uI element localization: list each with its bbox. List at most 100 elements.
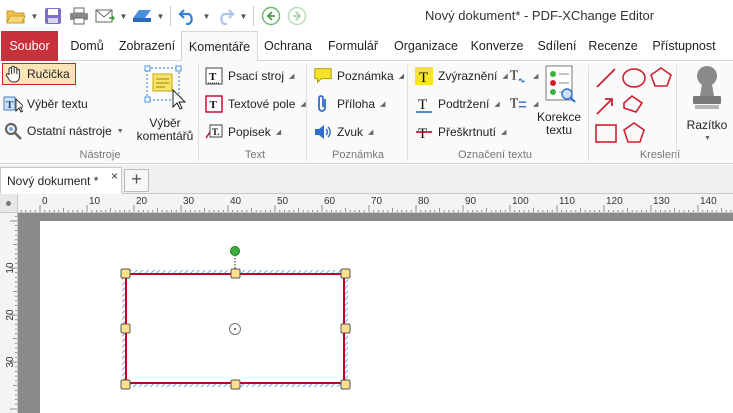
arrow-icon[interactable] <box>596 98 613 115</box>
select-comments-button[interactable]: Výběr komentářů <box>134 64 196 143</box>
group-separator <box>306 65 307 161</box>
select-comments-label-2: komentářů <box>136 129 194 143</box>
resize-handle-br[interactable] <box>340 379 351 390</box>
resize-handle-t[interactable] <box>230 268 241 279</box>
other-tools-button[interactable]: Ostatní nástroje ▼ <box>3 120 124 142</box>
save-icon[interactable] <box>41 4 65 28</box>
resize-handle-b[interactable] <box>230 379 241 390</box>
ruler-label: 20 <box>136 196 148 207</box>
stamp-button[interactable]: Razítko ▼ <box>682 64 732 145</box>
undo-icon[interactable] <box>176 4 200 28</box>
scan-icon[interactable] <box>130 4 154 28</box>
ellipse-icon[interactable] <box>622 68 646 88</box>
resize-handle-l[interactable] <box>120 323 131 334</box>
attachment-label: Příloha <box>337 97 376 111</box>
underline-button[interactable]: T Podtržení ◢ <box>414 93 500 115</box>
hand-tool-button[interactable]: Ručička <box>2 63 76 85</box>
email-icon[interactable] <box>93 4 117 28</box>
group-label-note: Poznámka <box>332 149 384 161</box>
chevron-down-icon: ◢ <box>289 73 295 80</box>
sticky-note-icon <box>313 66 333 86</box>
callout-icon: T. <box>204 122 224 142</box>
callout-button[interactable]: T. Popisek ◢ <box>204 121 281 143</box>
horizontal-ruler[interactable]: 0 10 20 30 40 50 60 70 80 90 100 110 120 130 140 <box>18 194 733 213</box>
new-tab-button[interactable]: + <box>124 169 149 192</box>
highlight-label: Zvýraznění <box>438 69 498 83</box>
callout-label: Popisek <box>228 125 271 139</box>
highlight-button[interactable]: T Zvýraznění ◢ <box>414 65 508 87</box>
tab-review[interactable]: Recenze <box>587 31 639 61</box>
strikeout-button[interactable]: T Přeškrtnutí ◢ <box>414 121 506 143</box>
tab-organize[interactable]: Organizace <box>390 31 462 61</box>
resize-handle-tl[interactable] <box>120 268 131 279</box>
svg-text:T: T <box>210 99 218 111</box>
typewriter-label: Psací stroj <box>228 69 285 83</box>
ruler-label: 60 <box>324 196 336 207</box>
ruler-corner[interactable] <box>0 194 18 213</box>
group-separator <box>198 65 199 161</box>
rotate-handle[interactable] <box>230 246 240 256</box>
tab-accessibility[interactable]: Přístupnost <box>645 31 723 61</box>
close-icon[interactable]: × <box>111 169 118 183</box>
chevron-down-icon: ◢ <box>300 101 306 108</box>
select-text-button[interactable]: T Výběr textu <box>3 93 88 115</box>
stamp-label: Razítko <box>686 118 728 132</box>
chevron-down-icon[interactable]: ▼ <box>239 12 248 21</box>
squiggly-text-icon: T <box>508 66 528 86</box>
tools-icon <box>3 121 23 141</box>
vertical-ruler[interactable]: 10 20 30 <box>0 213 18 413</box>
select-text-icon: T <box>3 94 23 114</box>
chevron-down-icon: ◢ <box>502 73 508 80</box>
resize-handle-bl[interactable] <box>120 379 131 390</box>
chevron-down-icon[interactable]: ▼ <box>156 12 165 21</box>
resize-handle-tr[interactable] <box>340 268 351 279</box>
text-box-button[interactable]: T Textové pole ◢ <box>204 93 306 115</box>
chevron-down-icon: ◢ <box>398 73 405 80</box>
typewriter-button[interactable]: T Psací stroj ◢ <box>204 65 294 87</box>
polygon-icon[interactable] <box>650 67 672 87</box>
ruler-label: 30 <box>183 196 195 207</box>
chevron-down-icon[interactable]: ▼ <box>202 12 211 21</box>
ruler-label: 90 <box>465 196 477 207</box>
svg-text:T: T <box>209 71 217 83</box>
chevron-down-icon[interactable]: ▼ <box>119 12 128 21</box>
underline-label: Podtržení <box>438 97 490 111</box>
tab-protect[interactable]: Ochrana <box>260 31 316 61</box>
sound-button[interactable]: Zvuk ◢ <box>313 121 373 143</box>
drawing-shapes <box>594 65 672 145</box>
tab-view[interactable]: Zobrazení <box>114 31 180 61</box>
sticky-note-label: Poznámka <box>337 69 394 83</box>
open-folder-icon[interactable] <box>4 4 28 28</box>
proofread-button[interactable]: Korekce textu <box>533 64 585 137</box>
polyline-icon[interactable] <box>623 94 644 113</box>
redo-icon[interactable] <box>213 4 237 28</box>
print-icon[interactable] <box>67 4 91 28</box>
speaker-icon <box>313 122 333 142</box>
tab-comments[interactable]: Komentáře <box>181 31 258 62</box>
tab-convert[interactable]: Konverze <box>467 31 527 61</box>
back-icon[interactable] <box>259 4 283 28</box>
paperclip-icon <box>313 94 333 114</box>
forward-icon[interactable] <box>285 4 309 28</box>
rectangle-icon[interactable] <box>595 124 617 143</box>
tab-file[interactable]: Soubor <box>1 31 58 61</box>
ruler-label: 0 <box>42 196 48 207</box>
stamp-icon <box>689 64 725 119</box>
pentagon-icon[interactable] <box>623 122 645 143</box>
tab-share[interactable]: Sdílení <box>532 31 582 61</box>
document-tab[interactable]: Nový dokument * × <box>0 167 122 194</box>
ruler-label: 70 <box>371 196 383 207</box>
line-icon[interactable] <box>596 68 616 88</box>
sticky-note-button[interactable]: Poznámka ◢ <box>313 65 404 87</box>
proofread-label-2: textu <box>545 123 572 137</box>
rectangle-annotation[interactable] <box>110 240 370 400</box>
attachment-button[interactable]: Příloha ◢ <box>313 93 385 115</box>
svg-text:T.: T. <box>212 127 220 137</box>
tab-home[interactable]: Domů <box>62 31 112 61</box>
svg-text:T: T <box>418 97 427 113</box>
chevron-down-icon[interactable]: ▼ <box>30 12 39 21</box>
tab-form[interactable]: Formulář <box>322 31 384 61</box>
resize-handle-r[interactable] <box>340 323 351 334</box>
other-tools-label: Ostatní nástroje <box>27 124 112 138</box>
group-separator <box>407 65 408 161</box>
